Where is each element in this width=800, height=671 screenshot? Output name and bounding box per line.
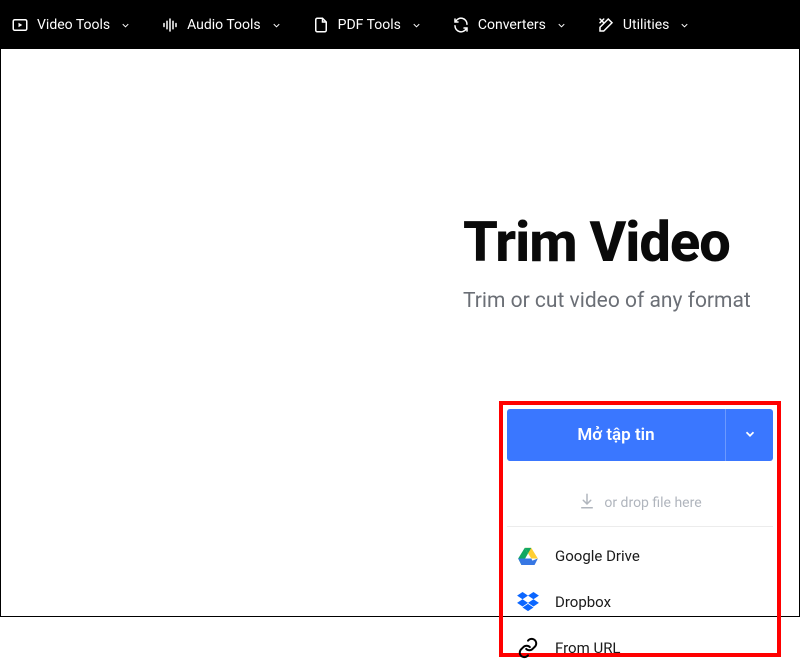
nav-pdf-tools[interactable]: PDF Tools bbox=[312, 16, 422, 34]
nav-utilities[interactable]: Utilities bbox=[597, 16, 691, 34]
play-rect-icon bbox=[11, 16, 29, 34]
drop-file-zone[interactable]: or drop file here bbox=[507, 479, 773, 527]
hero: Trim Video Trim or cut video of any form… bbox=[463, 209, 751, 313]
top-navbar: Video Tools Audio Tools PDF Tools Conver… bbox=[1, 1, 799, 49]
page-title: Trim Video bbox=[463, 209, 751, 275]
open-file-label: Mở tập tin bbox=[577, 425, 654, 445]
chevron-down-icon bbox=[411, 20, 422, 31]
source-label: Google Drive bbox=[555, 547, 640, 565]
convert-icon bbox=[452, 16, 470, 34]
nav-video-tools[interactable]: Video Tools bbox=[11, 16, 131, 34]
open-file-panel-highlight: Mở tập tin or drop file here Google Driv… bbox=[499, 401, 781, 657]
nav-label: Utilities bbox=[623, 17, 670, 33]
source-label: Dropbox bbox=[555, 593, 611, 611]
download-icon bbox=[578, 492, 596, 514]
chevron-down-icon bbox=[120, 20, 131, 31]
open-file-row: Mở tập tin bbox=[507, 409, 773, 461]
open-file-dropdown-toggle[interactable] bbox=[725, 409, 773, 461]
page-subtitle: Trim or cut video of any format bbox=[463, 289, 751, 313]
open-file-button[interactable]: Mở tập tin bbox=[507, 409, 725, 461]
chevron-down-icon bbox=[556, 20, 567, 31]
nav-label: Video Tools bbox=[37, 17, 110, 33]
source-google-drive[interactable]: Google Drive bbox=[507, 533, 773, 579]
chevron-down-icon bbox=[679, 20, 690, 31]
google-drive-icon bbox=[517, 545, 539, 567]
chevron-down-icon bbox=[743, 426, 757, 445]
source-dropbox[interactable]: Dropbox bbox=[507, 579, 773, 625]
source-label: From URL bbox=[555, 639, 621, 657]
chevron-down-icon bbox=[271, 20, 282, 31]
source-from-url[interactable]: From URL bbox=[507, 625, 773, 671]
nav-label: Audio Tools bbox=[187, 17, 261, 33]
source-list: Google Drive Dropbox From URL bbox=[507, 527, 773, 671]
link-icon bbox=[517, 637, 539, 659]
dropbox-icon bbox=[517, 591, 539, 613]
nav-audio-tools[interactable]: Audio Tools bbox=[161, 16, 282, 34]
nav-label: PDF Tools bbox=[338, 17, 401, 33]
file-icon bbox=[312, 16, 330, 34]
nav-label: Converters bbox=[478, 17, 546, 33]
tools-icon bbox=[597, 16, 615, 34]
drop-file-label: or drop file here bbox=[604, 495, 701, 511]
audio-wave-icon bbox=[161, 16, 179, 34]
nav-converters[interactable]: Converters bbox=[452, 16, 567, 34]
main-area: Trim Video Trim or cut video of any form… bbox=[1, 49, 799, 618]
